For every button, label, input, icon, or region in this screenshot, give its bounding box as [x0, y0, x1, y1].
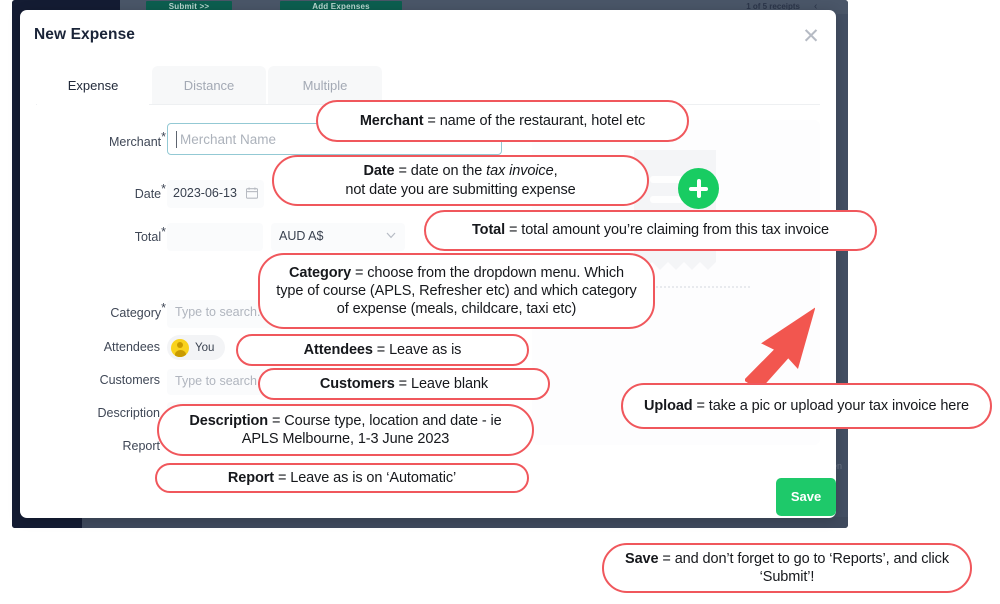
annotation-date: Date = date on the tax invoice, not date …: [272, 155, 649, 206]
app-bottom-strip: [12, 517, 848, 528]
annotation-attendees-text: = Leave as is: [372, 341, 462, 358]
app-bottom-strip-dark: [12, 517, 82, 528]
annotation-report: Report = Leave as is on ‘Automatic’: [155, 463, 529, 493]
annotation-save-text: = and don’t forget to go to ‘Reports’, a…: [658, 550, 949, 585]
annotation-customers: Customers = Leave blank: [258, 368, 550, 400]
category-placeholder: Type to search...: [175, 305, 268, 319]
annotation-total-text: = total amount you’re claiming from this…: [505, 222, 829, 239]
date-input[interactable]: 2023-06-13: [167, 180, 264, 208]
description-label: Description: [97, 406, 160, 420]
annotation-customers-text: = Leave blank: [394, 375, 489, 392]
merchant-label: Merchant*: [109, 129, 166, 149]
annotation-upload-term: Upload: [644, 397, 693, 414]
tab-distance[interactable]: Distance: [152, 66, 266, 105]
customers-placeholder: Type to search...: [175, 374, 268, 388]
currency-value: AUD A$: [279, 229, 324, 243]
customers-label: Customers: [99, 373, 160, 387]
text-caret: [176, 131, 177, 148]
annotation-description: Description = Course type, location and …: [157, 404, 534, 456]
annotation-merchant: Merchant = name of the restaurant, hotel…: [316, 100, 689, 142]
plus-icon[interactable]: [678, 168, 719, 209]
annotation-upload: Upload = take a pic or upload your tax i…: [621, 383, 992, 429]
annotation-description-term: Description: [189, 412, 269, 429]
attendee-chip[interactable]: You: [167, 335, 226, 360]
close-icon[interactable]: ✕: [800, 26, 822, 48]
annotation-category-term: Category: [288, 264, 352, 281]
tab-expense[interactable]: Expense: [36, 66, 150, 105]
annotation-report-term: Report: [227, 469, 275, 486]
tab-bar: Expense Distance Multiple: [36, 66, 382, 105]
annotation-attendees: Attendees = Leave as is: [236, 334, 529, 366]
annotation-upload-text: = take a pic or upload your tax invoice …: [692, 397, 969, 414]
annotation-customers-term: Customers: [319, 375, 395, 392]
annotation-save: Save = and don’t forget to go to ‘Report…: [602, 543, 972, 593]
annotation-date-line2: not date you are submitting expense: [345, 181, 576, 198]
save-button[interactable]: Save: [776, 478, 836, 516]
attendees-label: Attendees: [103, 340, 160, 354]
annotation-attendees-term: Attendees: [303, 341, 373, 358]
annotation-save-term: Save: [625, 550, 659, 567]
calendar-icon[interactable]: [246, 187, 258, 199]
annotation-report-text: = Leave as is on ‘Automatic’: [274, 469, 457, 486]
total-input[interactable]: [167, 223, 263, 251]
date-value: 2023-06-13: [173, 186, 237, 200]
annotation-total: Total = total amount you’re claiming fro…: [424, 210, 877, 251]
annotation-merchant-term: Merchant: [359, 112, 424, 129]
annotation-date-term: Date: [363, 163, 395, 180]
annotation-category: Category = choose from the dropdown menu…: [258, 253, 655, 329]
annotation-date-text-after: ,: [553, 163, 558, 180]
report-label: Report: [122, 439, 160, 453]
attendee-name: You: [195, 341, 215, 354]
chevron-down-icon[interactable]: [386, 232, 396, 239]
total-label: Total*: [134, 224, 166, 244]
annotation-date-emphasis: tax invoice: [486, 163, 554, 180]
currency-select[interactable]: AUD A$: [271, 223, 405, 251]
annotation-date-text-before: = date on the: [394, 163, 487, 180]
date-label: Date*: [134, 181, 166, 201]
category-label: Category*: [110, 300, 166, 320]
annotation-description-text: = Course type, location and date - ie AP…: [241, 412, 502, 447]
annotation-merchant-text: = name of the restaurant, hotel etc: [423, 112, 646, 129]
user-avatar-icon: [171, 338, 189, 357]
page-title: New Expense: [34, 26, 136, 43]
merchant-placeholder: Merchant Name: [180, 132, 277, 147]
tab-active-indicator: [37, 103, 149, 106]
annotation-total-term: Total: [472, 222, 506, 239]
